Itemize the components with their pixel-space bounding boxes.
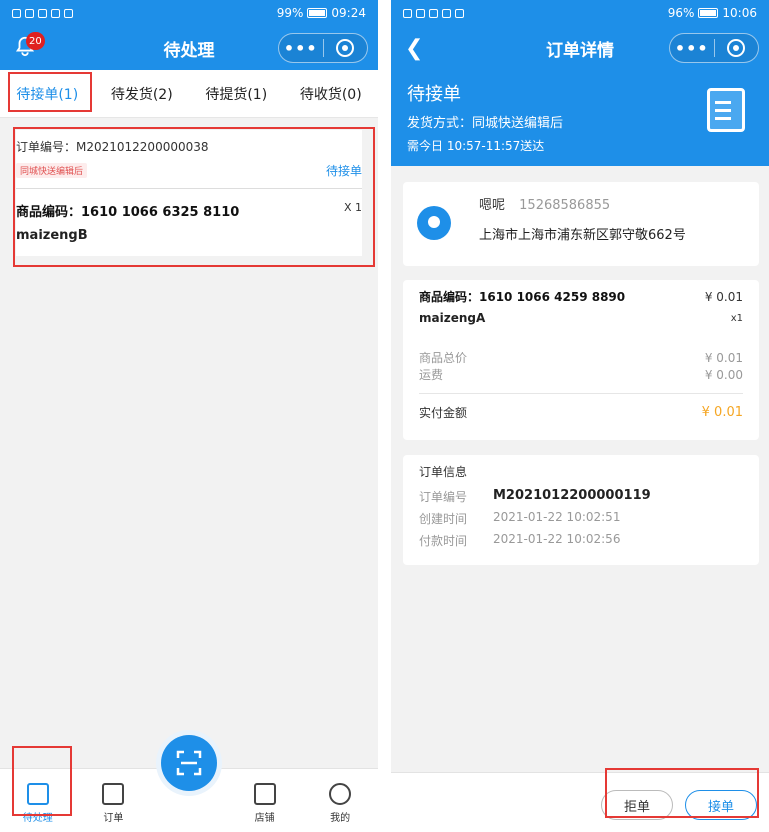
tabbar-item-pending[interactable]: 待处理: [10, 783, 66, 824]
back-icon[interactable]: ❮: [405, 36, 423, 61]
order-card[interactable]: 订单编号：M2021012200000038 同城快送编辑后 待接单 商品编码：…: [16, 130, 362, 256]
tabbar-item-mine[interactable]: 我的: [312, 783, 368, 824]
right-header: 96% 10:06 ❮ 订单详情 ••• 待接单 发货方式：同城快送编辑后 需今…: [391, 0, 769, 166]
battery-icon: [307, 8, 328, 18]
recipient-phone: 15268586855: [519, 198, 611, 213]
delivery-tag: 同城快送编辑后: [16, 162, 88, 178]
order-info-title: 订单信息: [419, 465, 468, 479]
order-icon: [102, 783, 125, 805]
status-bar: 99% 09:24: [0, 0, 378, 26]
tabbar-item-shop[interactable]: 店铺: [237, 783, 293, 824]
product-code: 商品编码：1610 1066 4259 8890: [419, 290, 626, 304]
divider: [419, 393, 743, 394]
left-screen: 99% 09:24 20 待处理 ••• 待接单(1) 待发货(2) 待提货(1…: [0, 0, 378, 832]
paid-value: ¥ 0.01: [701, 405, 743, 420]
order-number-label: 订单编号: [419, 490, 468, 504]
left-header: 99% 09:24 20 待处理 •••: [0, 0, 378, 70]
recipient-address: 上海市上海市浦东新区郭守敬662号: [479, 228, 686, 243]
delivery-method: 发货方式：同城快送编辑后: [407, 116, 564, 131]
order-number-value: M2021012200000119: [493, 488, 651, 503]
product-quantity: x1: [730, 312, 743, 324]
order-number: 订单编号：M2021012200000038: [16, 140, 209, 154]
product-code: 商品编码：1610 1066 6325 8110: [16, 205, 240, 220]
order-status: 待接单: [407, 84, 461, 105]
tabbar-label: 我的: [330, 813, 351, 824]
mini-program-capsule: •••: [669, 33, 759, 63]
product-name: maizengA: [419, 311, 486, 325]
nav-bar: ❮ 订单详情 •••: [391, 26, 769, 70]
page-title: 待处理: [163, 40, 215, 61]
status-bar: 96% 10:06: [391, 0, 769, 26]
product-name: maizengB: [16, 228, 88, 243]
document-icon: [707, 88, 745, 132]
recipient-name: 嗯呢: [479, 198, 506, 213]
tabbar-item-orders[interactable]: 订单: [85, 783, 141, 824]
created-label: 创建时间: [419, 512, 468, 526]
close-icon[interactable]: [715, 39, 759, 57]
created-value: 2021-01-22 10:02:51: [493, 510, 621, 524]
divider: [16, 188, 362, 189]
paid-label: 实付金额: [419, 406, 468, 420]
freight-label: 运费: [419, 368, 444, 382]
tabbar-label: 订单: [103, 813, 124, 824]
total-label: 商品总价: [419, 351, 468, 365]
battery-icon: [698, 8, 719, 18]
battery-percent: 96%: [667, 6, 695, 20]
product-price: ¥ 0.01: [704, 289, 743, 304]
address-card: 嗯呢 15268586855 上海市上海市浦东新区郭守敬662号: [403, 182, 759, 266]
tab-pending-accept[interactable]: 待接单(1): [10, 70, 84, 118]
more-icon[interactable]: •••: [670, 39, 714, 58]
tab-pending-ship[interactable]: 待发货(2): [105, 70, 179, 118]
order-tabs: 待接单(1) 待发货(2) 待提货(1) 待收货(0): [0, 70, 378, 118]
tabbar-label: 待处理: [22, 813, 53, 824]
status-icons: [403, 8, 464, 18]
pending-icon: [26, 783, 49, 805]
tab-pending-pickup[interactable]: 待提货(1): [199, 70, 273, 118]
paid-time-label: 付款时间: [419, 534, 468, 548]
accept-button[interactable]: 接单: [685, 790, 757, 820]
freight-value: ¥ 0.00: [704, 367, 743, 382]
order-status-banner: 待接单 发货方式：同城快送编辑后 需今日 10:57-11:57送达: [391, 70, 769, 166]
battery-percent: 99%: [276, 6, 304, 20]
clock: 10:06: [722, 6, 757, 20]
nav-bar: 20 待处理 •••: [0, 26, 378, 70]
scan-button[interactable]: [161, 735, 217, 791]
shop-icon: [253, 783, 276, 805]
tab-pending-receive[interactable]: 待收货(0): [294, 70, 368, 118]
delivery-deadline: 需今日 10:57-11:57送达: [407, 139, 545, 153]
notification-badge: 20: [26, 32, 45, 50]
paid-time-value: 2021-01-22 10:02:56: [493, 532, 621, 546]
mini-program-capsule: •••: [278, 33, 368, 63]
reject-button[interactable]: 拒单: [601, 790, 673, 820]
clock: 09:24: [331, 6, 366, 20]
order-info-card: 订单信息 订单编号 M2021012200000119 创建时间 2021-01…: [403, 455, 759, 565]
right-screen: 96% 10:06 ❮ 订单详情 ••• 待接单 发货方式：同城快送编辑后 需今…: [391, 0, 769, 832]
more-icon[interactable]: •••: [279, 39, 323, 58]
page-title: 订单详情: [546, 40, 614, 61]
location-pin-icon: [417, 206, 451, 240]
scan-icon: [176, 750, 202, 776]
status-badge: 待接单: [325, 163, 362, 178]
goods-card: 商品编码：1610 1066 4259 8890 ¥ 0.01 maizengA…: [403, 280, 759, 440]
total-value: ¥ 0.01: [704, 350, 743, 365]
action-bar: 拒单 接单: [391, 772, 769, 832]
status-icons: [12, 8, 73, 18]
tabbar-label: 店铺: [254, 813, 275, 824]
product-quantity: X 1: [343, 201, 362, 214]
close-icon[interactable]: [324, 39, 368, 57]
user-icon: [329, 783, 352, 805]
